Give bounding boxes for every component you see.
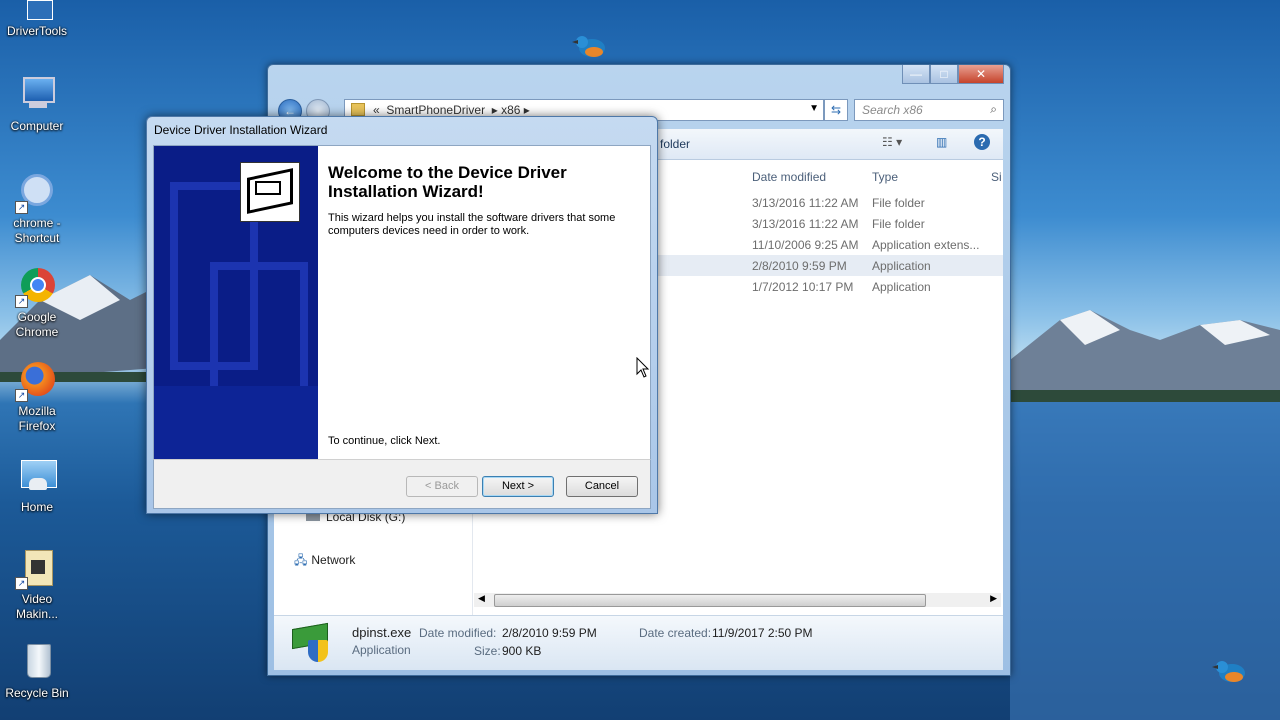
driver-box-icon <box>240 162 300 222</box>
row-type: File folder <box>872 196 925 210</box>
column-header-type[interactable]: Type <box>872 170 898 184</box>
home-icon <box>17 456 57 496</box>
desktop-icon-firefox[interactable]: ↗ Mozilla Firefox <box>4 360 70 434</box>
desktop-icon-label: Recycle Bin <box>5 686 69 700</box>
close-button[interactable]: ✕ <box>958 65 1004 84</box>
cancel-button[interactable]: Cancel <box>566 476 638 497</box>
drivertools-icon <box>17 0 57 20</box>
help-icon[interactable]: ? <box>974 134 990 150</box>
row-date: 1/7/2012 10:17 PM <box>752 280 854 294</box>
computer-icon <box>17 75 57 115</box>
installer-icon <box>290 622 334 662</box>
scroll-right-icon[interactable]: ▶ <box>990 593 997 604</box>
back-button[interactable]: < Back <box>406 476 478 497</box>
network-icon: 🖧 <box>294 553 308 567</box>
dialog-title: Device Driver Installation Wizard <box>154 123 328 137</box>
horizontal-scrollbar[interactable]: ◀ ▶ <box>474 593 1001 607</box>
next-button[interactable]: Next > <box>482 476 554 497</box>
row-type: Application <box>872 280 931 294</box>
row-type: File folder <box>872 217 925 231</box>
recycle-bin-icon <box>17 642 57 682</box>
wizard-body: Welcome to the Device Driver Installatio… <box>153 145 651 460</box>
desktop-icon-recycle-bin[interactable]: Recycle Bin <box>4 642 70 701</box>
search-input[interactable]: Search x86 ⌕ <box>854 99 1004 121</box>
desktop-icon-computer[interactable]: Computer <box>4 75 70 134</box>
nav-item-label: Network <box>311 553 356 567</box>
driver-wizard-dialog: Device Driver Installation Wizard Welcom… <box>146 116 658 514</box>
search-icon: ⌕ <box>990 102 997 116</box>
window-controls: — □ ✕ <box>902 65 1004 84</box>
refresh-button[interactable]: ⇆ <box>824 99 848 121</box>
wizard-continue-text: To continue, click Next. <box>328 435 441 447</box>
desktop-icon-label: Video Makin... <box>15 592 58 621</box>
desktop-icon-label: DriverTools <box>6 24 67 38</box>
details-pane: dpinst.exe Application Date modified: 2/… <box>274 615 1003 670</box>
desktop-icon-label: Home <box>20 500 53 514</box>
chrome-icon: ↗ <box>15 266 57 308</box>
row-date: 3/13/2016 11:22 AM <box>752 217 859 231</box>
details-filename: dpinst.exe <box>352 625 412 640</box>
folder-icon <box>351 103 365 116</box>
minimize-button[interactable]: — <box>902 65 930 84</box>
desktop-icon-label: Computer <box>10 119 64 133</box>
details-modified-value: 2/8/2010 9:59 PM <box>502 626 597 640</box>
details-modified-label: Date modified: <box>419 626 497 640</box>
row-date: 11/10/2006 9:25 AM <box>752 238 859 252</box>
scrollbar-thumb[interactable] <box>494 594 926 607</box>
chrome-shortcut-icon: ↗ <box>15 172 57 214</box>
wizard-footer: < Back Next > Cancel <box>153 459 651 509</box>
column-header-date[interactable]: Date modified <box>752 170 826 184</box>
details-created-value: 11/9/2017 2:50 PM <box>712 626 813 640</box>
breadcrumb-item[interactable]: SmartPhoneDriver <box>386 103 485 117</box>
preview-pane-icon[interactable]: ▥ <box>936 135 947 149</box>
mouse-cursor-icon <box>636 357 650 378</box>
desktop-icon-home[interactable]: Home <box>4 456 70 515</box>
wizard-description: This wizard helps you install the softwa… <box>328 212 616 237</box>
wizard-heading: Welcome to the Device Driver Installatio… <box>328 163 567 201</box>
search-placeholder: Search x86 <box>862 103 923 117</box>
video-maker-icon: ↗ <box>15 548 57 590</box>
desktop-icon-video-maker[interactable]: ↗ Video Makin... <box>4 548 70 622</box>
breadcrumb: « SmartPhoneDriver ▸ x86 ▸ <box>373 103 530 117</box>
chevron-down-icon[interactable]: ▼ <box>809 103 819 114</box>
kingfisher-icon <box>572 36 605 57</box>
details-size-label: Size: <box>474 644 501 658</box>
kingfisher-icon <box>1212 661 1245 682</box>
desktop-icon-drivertools[interactable]: DriverTools <box>4 0 70 39</box>
nav-item-network[interactable]: 🖧 Network <box>294 551 355 572</box>
toolbar-new-folder-label[interactable]: folder <box>660 137 690 151</box>
row-type: Application <box>872 259 931 273</box>
firefox-icon: ↗ <box>15 360 57 402</box>
desktop-icon-label: chrome - Shortcut <box>13 216 61 245</box>
details-filetype: Application <box>352 643 411 657</box>
wizard-banner <box>154 146 318 459</box>
row-type: Application extens... <box>872 238 980 252</box>
column-header-size[interactable]: Si <box>991 170 1002 184</box>
desktop-icon-google-chrome[interactable]: ↗ Google Chrome <box>4 266 70 340</box>
row-date: 2/8/2010 9:59 PM <box>752 259 847 273</box>
scroll-left-icon[interactable]: ◀ <box>478 593 485 604</box>
details-created-label: Date created: <box>639 626 712 640</box>
desktop-icon-label: Google Chrome <box>15 310 59 339</box>
breadcrumb-overflow[interactable]: « <box>373 103 380 117</box>
row-date: 3/13/2016 11:22 AM <box>752 196 859 210</box>
view-options-icon[interactable]: ☷ ▾ <box>882 135 902 149</box>
details-size-value: 900 KB <box>502 644 542 658</box>
maximize-button[interactable]: □ <box>930 65 958 84</box>
desktop-icon-chrome-shortcut[interactable]: ↗ chrome - Shortcut <box>4 172 70 246</box>
desktop-icon-label: Mozilla Firefox <box>18 404 56 433</box>
breadcrumb-item[interactable]: x86 <box>501 103 520 117</box>
